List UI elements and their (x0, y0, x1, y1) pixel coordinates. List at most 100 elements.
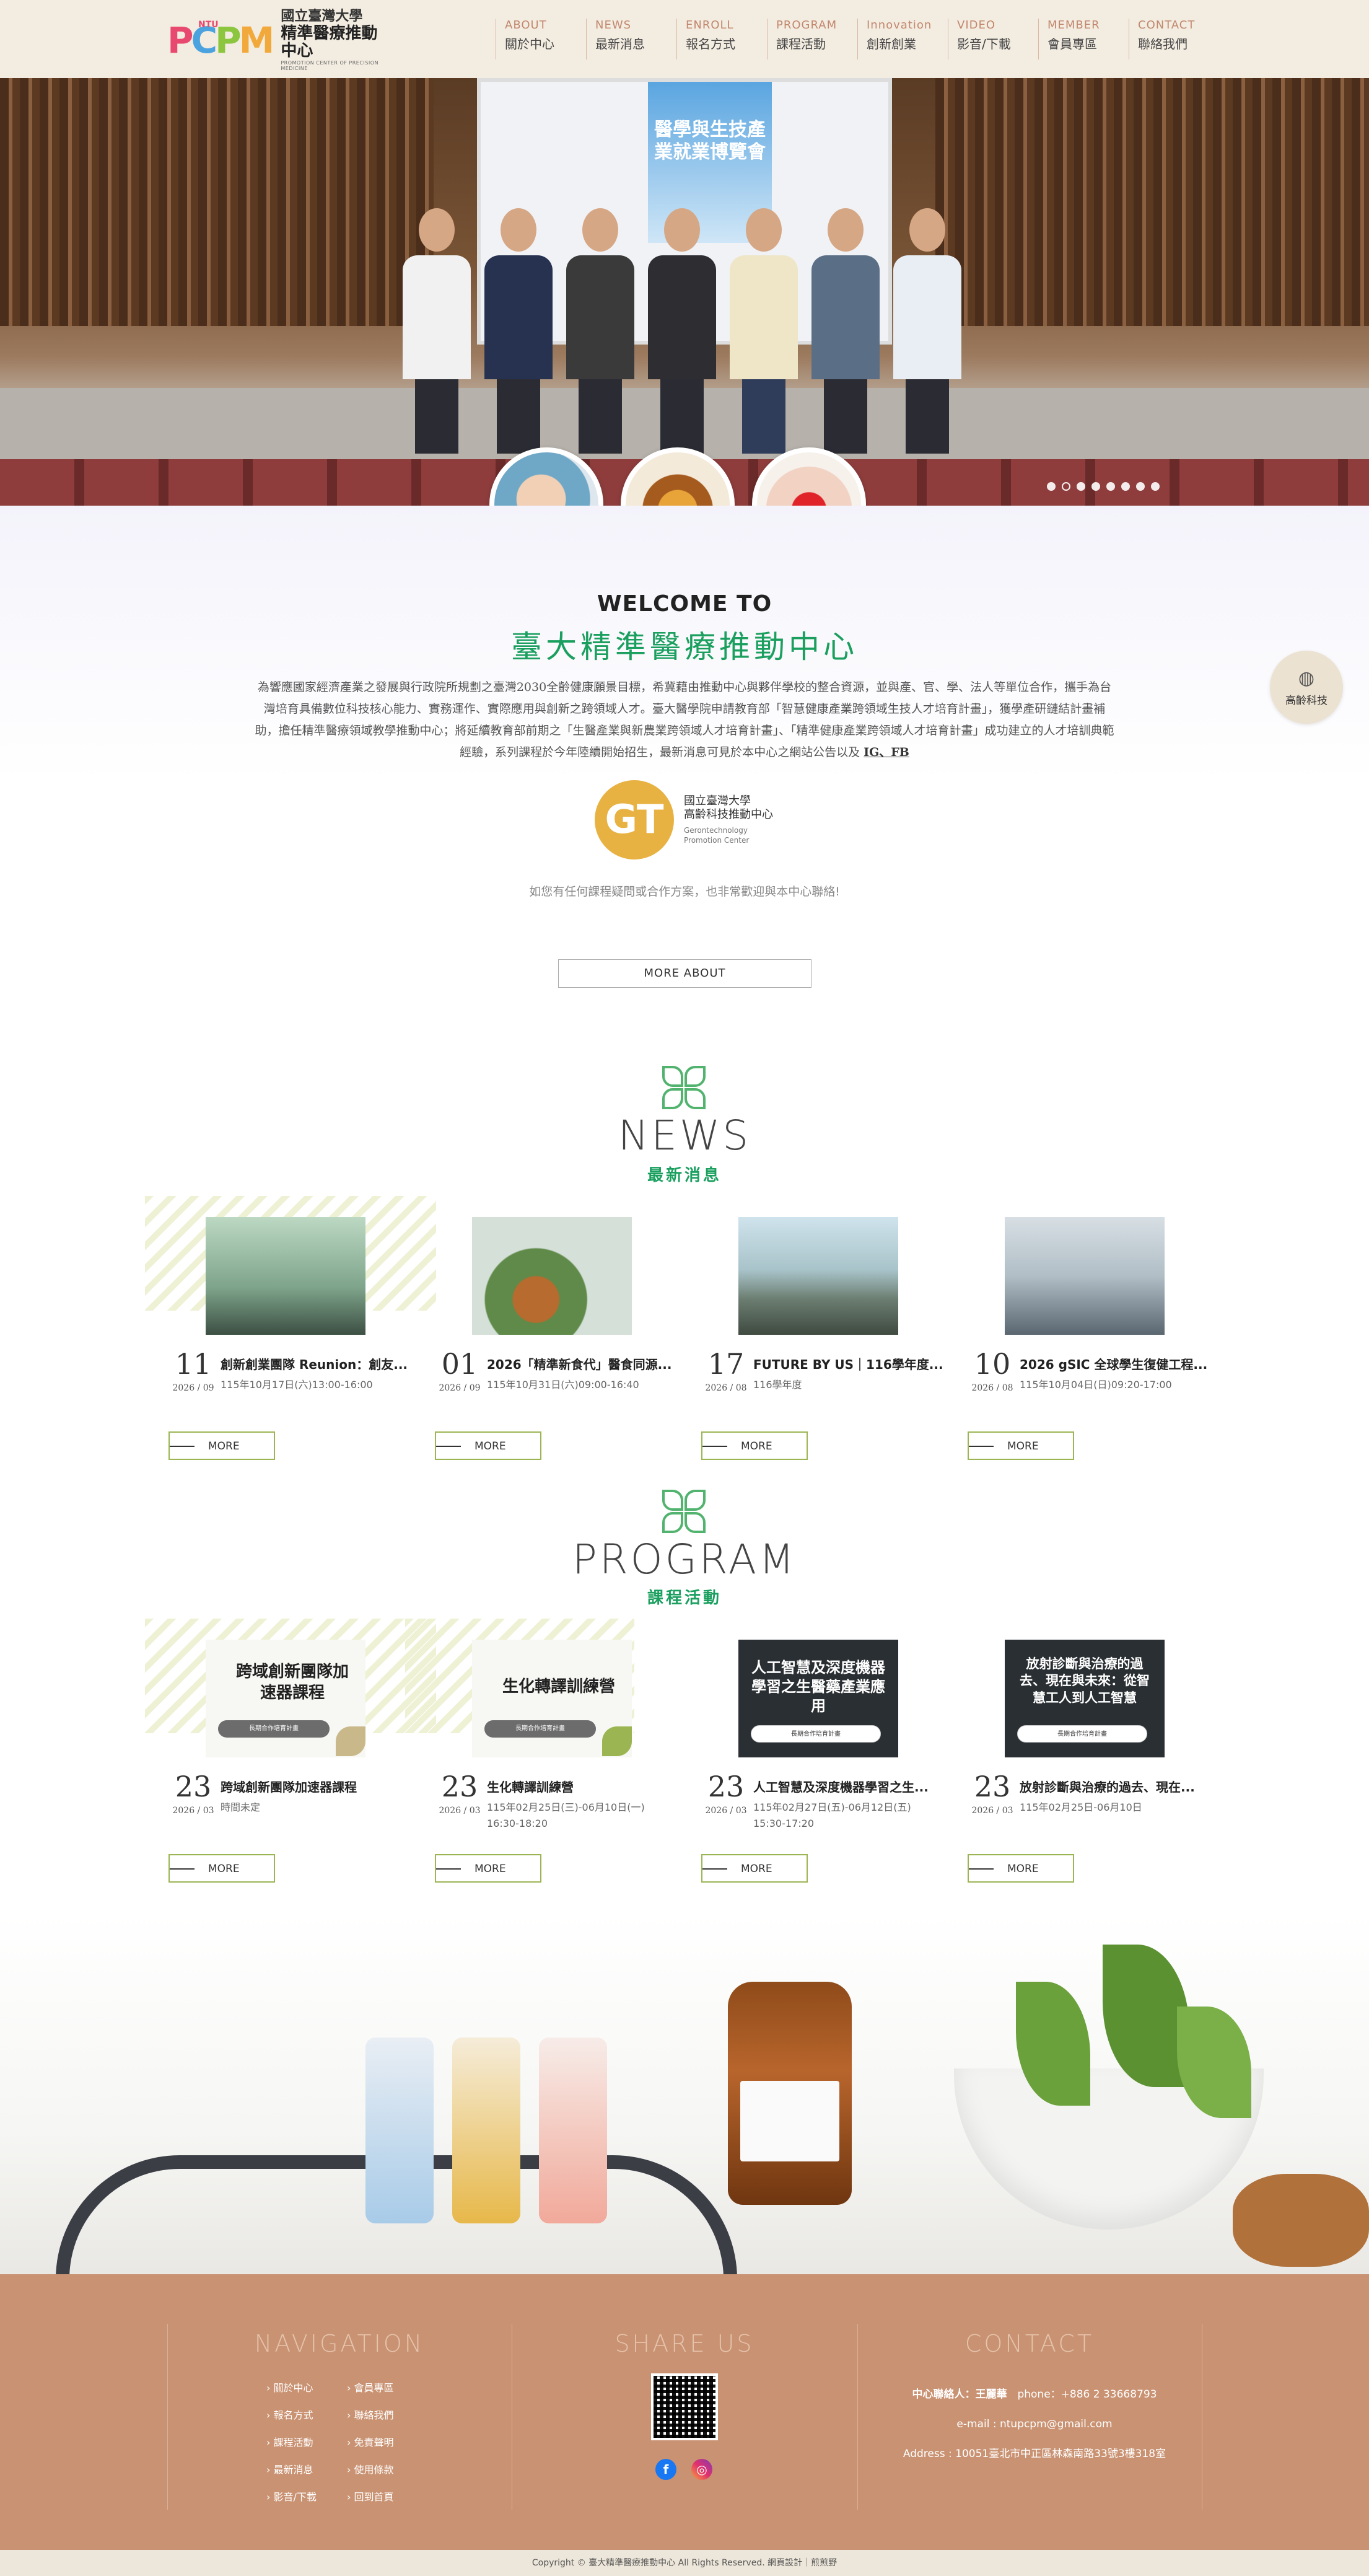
facebook-icon[interactable]: f (655, 2459, 676, 2480)
program-card[interactable]: 人工智慧及深度機器學習之生醫藥產業應用 長期合作培育計畫 23 2026 / 0… (701, 1640, 949, 1900)
hero-person (648, 208, 716, 456)
news-card-meta: 115年10月04日(日)09:20-17:00 (1020, 1379, 1172, 1391)
nav-item-innovation[interactable]: Innovation 創新創業 (857, 19, 948, 59)
news-card-title[interactable]: 創新創業團隊 Reunion：創友... (221, 1355, 413, 1373)
news-card-year-month: 2026 / 09 (439, 1383, 481, 1393)
program-section-title: PROGRAM (572, 1536, 797, 1583)
news-card-day: 11 (175, 1347, 212, 1381)
nav-item-contact[interactable]: CONTACT 聯絡我們 (1129, 19, 1219, 59)
news-card-image (1005, 1217, 1165, 1335)
program-card[interactable]: 跨域創新團隊加速器課程 長期合作培育計畫 23 2026 / 03 跨域創新團隊… (168, 1640, 416, 1900)
program-card-title[interactable]: 生化轉譯訓練營 (487, 1777, 679, 1795)
partner-logo[interactable]: GT 國立臺灣大學 高齡科技推動中心 Gerontechnology Promo… (595, 780, 781, 860)
news-card-more-button[interactable]: MORE (168, 1431, 275, 1460)
nav-item-member[interactable]: MEMBER 會員專區 (1038, 19, 1129, 59)
gerontech-float-button[interactable]: ◍ 高齡科技 (1270, 651, 1343, 724)
footer-link-video[interactable]: 影音/下載 (266, 2489, 347, 2503)
footer-link-about[interactable]: 關於中心 (266, 2380, 347, 2394)
carousel-dot[interactable] (1136, 482, 1145, 491)
news-card[interactable]: 17 2026 / 08 FUTURE BY US｜116學年度... 116學… (701, 1217, 949, 1477)
nav-item-zh: 最新消息 (595, 37, 645, 51)
program-card[interactable]: 放射診斷與治療的過去、現在與未來：從智慧工人到人工智慧 長期合作培育計畫 23 … (968, 1640, 1215, 1900)
program-card-image: 人工智慧及深度機器學習之生醫藥產業應用 長期合作培育計畫 (738, 1640, 898, 1757)
site-logo[interactable]: NTU PCPM 國立臺灣大學 精準醫療推動中心 PROMOTION CENTE… (167, 9, 384, 71)
hero-wall-right (935, 78, 1369, 326)
footer-link-news[interactable]: 最新消息 (266, 2461, 347, 2476)
partner-logo-text: 國立臺灣大學 高齡科技推動中心 Gerontechnology Promotio… (684, 794, 773, 845)
contact-note: 如您有任何課程疑問或合作方案，也非常歡迎與本中心聯絡! (529, 885, 840, 899)
footer-link-home[interactable]: 回到首頁 (347, 2489, 427, 2503)
program-image-title: 跨域創新團隊加速器課程 (235, 1663, 349, 1702)
news-card-title[interactable]: FUTURE BY US｜116學年度... (753, 1355, 945, 1373)
program-card-title[interactable]: 放射診斷與治療的過去、現在... (1020, 1777, 1212, 1795)
news-card[interactable]: 11 2026 / 09 創新創業團隊 Reunion：創友... 115年10… (168, 1217, 416, 1477)
program-card-day: 23 (707, 1770, 745, 1803)
footer-link-program[interactable]: 課程活動 (266, 2434, 347, 2449)
contact-email[interactable]: e-mail : ntupcpm@gmail.com (861, 2409, 1208, 2439)
nav-item-en: ENROLL (686, 19, 734, 32)
program-card-more-button[interactable]: MORE (168, 1854, 275, 1883)
program-card-more-button[interactable]: MORE (435, 1854, 541, 1883)
arrow-line-icon (969, 1868, 994, 1870)
footer-link-terms[interactable]: 使用條款 (347, 2461, 427, 2476)
news-card[interactable]: 10 2026 / 08 2026 gSIC 全球學生復健工程... 115年1… (968, 1217, 1215, 1477)
social-links[interactable]: IG、FB (864, 745, 909, 759)
nav-item-zh: 影音/下載 (957, 37, 1011, 51)
arrow-line-icon (436, 1446, 461, 1447)
program-card-title[interactable]: 人工智慧及深度機器學習之生... (753, 1777, 945, 1795)
news-card[interactable]: 01 2026 / 09 2026「精準新食代」醫食同源... 115年10月3… (435, 1217, 683, 1477)
news-card-title[interactable]: 2026「精準新食代」醫食同源... (487, 1355, 679, 1373)
program-card-year-month: 2026 / 03 (971, 1806, 1013, 1816)
program-image-bar: 長期合作培育計畫 (751, 1725, 881, 1743)
carousel-dot[interactable] (1151, 482, 1160, 491)
footer-nav-title: NAVIGATION (254, 2330, 425, 2357)
carousel-dot[interactable] (1077, 482, 1085, 491)
more-label: MORE (1007, 1440, 1039, 1453)
footer-link-enroll[interactable]: 報名方式 (266, 2407, 347, 2422)
program-card-meta: 115年02月25日(三)-06月10日(一) 16:30-18:20 (487, 1801, 645, 1829)
news-card-title[interactable]: 2026 gSIC 全球學生復健工程... (1020, 1355, 1212, 1373)
instagram-icon[interactable]: ◎ (691, 2459, 712, 2480)
news-card-more-button[interactable]: MORE (701, 1431, 808, 1460)
footer-link-contact[interactable]: 聯絡我們 (347, 2407, 427, 2422)
carousel-dot[interactable] (1106, 482, 1115, 491)
program-card[interactable]: 生化轉譯訓練營 長期合作培育計畫 23 2026 / 03 生化轉譯訓練營 11… (435, 1640, 683, 1900)
nav-item-video[interactable]: VIDEO 影音/下載 (948, 19, 1038, 59)
program-image-bar: 長期合作培育計畫 (218, 1720, 330, 1738)
contact-phone[interactable]: phone：+886 2 33668793 (1017, 2388, 1157, 2401)
nav-item-about[interactable]: ABOUT 關於中心 (496, 19, 586, 59)
news-card-more-button[interactable]: MORE (968, 1431, 1074, 1460)
carousel-dot[interactable] (1091, 482, 1100, 491)
hero-slider[interactable]: 醫學與生技產業就業博覽會 (0, 78, 1369, 506)
footer-link-member[interactable]: 會員專區 (347, 2380, 427, 2394)
decor-shape (336, 1726, 365, 1756)
nav-item-program[interactable]: PROGRAM 課程活動 (767, 19, 857, 59)
more-label: MORE (475, 1440, 506, 1453)
arrow-line-icon (702, 1868, 727, 1870)
carousel-dot-active[interactable] (1062, 482, 1070, 491)
news-card-meta: 116學年度 (753, 1379, 802, 1391)
hero-person (730, 208, 798, 456)
news-card-day: 01 (441, 1347, 478, 1381)
capsule-jar-yellow (452, 2038, 520, 2223)
nav-item-en: Innovation (867, 19, 932, 32)
nav-item-news[interactable]: NEWS 最新消息 (586, 19, 676, 59)
footer-link-disclaimer[interactable]: 免責聲明 (347, 2434, 427, 2449)
news-card-image (472, 1217, 632, 1335)
carousel-dot[interactable] (1121, 482, 1130, 491)
welcome-title-en: WELCOME TO (597, 591, 772, 617)
more-about-button[interactable]: MORE ABOUT (558, 959, 811, 988)
carousel-dot[interactable] (1047, 482, 1056, 491)
program-card-year-month: 2026 / 03 (439, 1806, 481, 1816)
program-card-title[interactable]: 跨域創新團隊加速器課程 (221, 1777, 413, 1795)
program-image-bar: 長期合作培育計畫 (484, 1720, 596, 1738)
news-card-year-month: 2026 / 08 (971, 1383, 1013, 1393)
arrow-line-icon (170, 1446, 195, 1447)
program-card-more-button[interactable]: MORE (701, 1854, 808, 1883)
program-card-more-button[interactable]: MORE (968, 1854, 1074, 1883)
nav-item-enroll[interactable]: ENROLL 報名方式 (676, 19, 767, 59)
nav-item-en: NEWS (595, 19, 632, 32)
arrow-line-icon (969, 1446, 994, 1447)
more-label: MORE (741, 1440, 772, 1453)
news-card-more-button[interactable]: MORE (435, 1431, 541, 1460)
